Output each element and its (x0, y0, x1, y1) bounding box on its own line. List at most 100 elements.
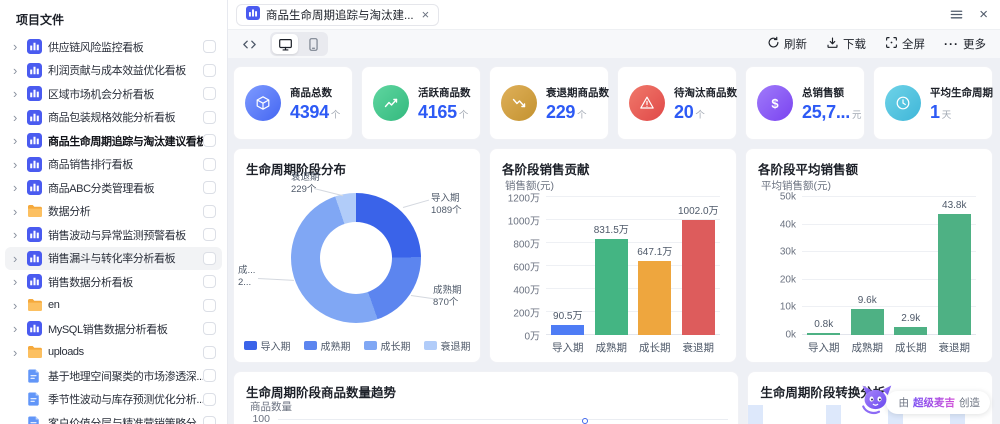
chart-title: 各阶段平均销售额 (758, 159, 858, 178)
donut-callout-label: 成...2... (238, 265, 255, 289)
bar-column: 1002.0万 (677, 197, 721, 335)
kpi-body: 待淘汰商品数20个 (674, 85, 728, 121)
sidebar: 项目文件 ›供应链风险监控看板›利润贡献与成本效益优化看板›区域市场机会分析看板… (0, 0, 228, 424)
legend-item[interactable]: 衰退期 (424, 338, 471, 353)
chevron-right-icon[interactable]: › (13, 252, 27, 265)
sidebar-item[interactable]: ›销售波动与异常监测预警看板 (5, 223, 222, 247)
kpi-title: 衰退期商品数 (546, 85, 600, 100)
bar: 0.8k (807, 333, 840, 335)
chevron-right-icon[interactable]: › (13, 322, 27, 335)
item-checkbox[interactable] (203, 299, 216, 312)
y-axis-tick: 40k (780, 219, 796, 230)
chevron-right-icon[interactable]: › (13, 181, 27, 194)
donut-callout-label: 衰退期229个 (291, 172, 320, 196)
sidebar-item[interactable]: ›客户价值分层与精准营销策略分... (5, 411, 222, 424)
watermark[interactable]: 由 超级麦吉 创造 (858, 382, 991, 422)
sidebar-item[interactable]: ›销售漏斗与转化率分析看板 (5, 247, 222, 271)
more-button[interactable]: ··· 更多 (944, 36, 986, 52)
chevron-right-icon[interactable]: › (13, 87, 27, 100)
item-checkbox[interactable] (203, 416, 216, 424)
chevron-right-icon[interactable]: › (13, 346, 27, 359)
dashboard-icon (27, 321, 48, 336)
sidebar-item[interactable]: ›商品ABC分类管理看板 (5, 176, 222, 200)
sidebar-item-label: 商品包装规格效能分析看板 (48, 109, 203, 125)
legend-item[interactable]: 成长期 (364, 338, 411, 353)
download-label: 下载 (843, 36, 866, 52)
sidebar-item[interactable]: ›供应链风险监控看板 (5, 35, 222, 59)
sidebar-item[interactable]: ›销售数据分析看板 (5, 270, 222, 294)
y-axis-tick: 0k (785, 330, 796, 341)
legend-item[interactable]: 成熟期 (304, 338, 351, 353)
dashboard-icon (246, 6, 260, 23)
legend-swatch (304, 341, 317, 350)
item-checkbox[interactable] (203, 205, 216, 218)
sidebar-item[interactable]: ›区域市场机会分析看板 (5, 82, 222, 106)
sidebar-item[interactable]: ›MySQL销售数据分析看板 (5, 317, 222, 341)
item-checkbox[interactable] (203, 346, 216, 359)
item-checkbox[interactable] (203, 275, 216, 288)
item-checkbox[interactable] (203, 158, 216, 171)
item-checkbox[interactable] (203, 87, 216, 100)
watermark-brand: 超级麦吉 (913, 395, 955, 410)
sidebar-item[interactable]: ›数据分析 (5, 200, 222, 224)
sidebar-item[interactable]: ›季节性波动与库存预测优化分析... (5, 388, 222, 412)
sidebar-item[interactable]: ›uploads (5, 341, 222, 365)
item-checkbox[interactable] (203, 134, 216, 147)
bars: 0.8k9.6k2.9k43.8k (802, 197, 976, 335)
bar: 9.6k (851, 309, 884, 335)
chevron-right-icon[interactable]: › (13, 228, 27, 241)
fullscreen-button[interactable]: 全屏 (885, 36, 925, 52)
item-checkbox[interactable] (203, 64, 216, 77)
main-area: 商品生命周期追踪与淘汰建... × × (228, 0, 1000, 424)
chevron-right-icon[interactable]: › (13, 134, 27, 147)
item-checkbox[interactable] (203, 228, 216, 241)
chevron-right-icon[interactable]: › (13, 40, 27, 53)
legend-item[interactable]: 导入期 (244, 338, 291, 353)
sidebar-item[interactable]: ›en (5, 294, 222, 318)
tab-close-icon[interactable]: × (422, 7, 430, 22)
mobile-view-button[interactable] (300, 34, 326, 54)
tab-product-lifecycle[interactable]: 商品生命周期追踪与淘汰建... × (236, 4, 439, 26)
bar-chart: 0k10k20k30k40k50k0.8k9.6k2.9k43.8k导入期成熟期… (756, 197, 980, 362)
more-label: 更多 (963, 36, 986, 52)
sidebar-item[interactable]: ›商品销售排行看板 (5, 153, 222, 177)
chart-title: 各阶段销售贡献 (502, 159, 590, 178)
chevron-right-icon[interactable]: › (13, 205, 27, 218)
kpi-unit: 天 (942, 110, 951, 121)
folder-icon (27, 298, 48, 312)
sidebar-item[interactable]: ›利润贡献与成本效益优化看板 (5, 59, 222, 83)
item-checkbox[interactable] (203, 369, 216, 382)
y-axis-tick: 30k (780, 247, 796, 258)
sidebar-item[interactable]: ›基于地理空间聚类的市场渗透深... (5, 364, 222, 388)
desktop-view-button[interactable] (272, 34, 298, 54)
chevron-right-icon[interactable]: › (13, 111, 27, 124)
x-axis-labels: 导入期成熟期成长期衰退期 (546, 340, 720, 355)
item-checkbox[interactable] (203, 40, 216, 53)
sidebar-title: 项目文件 (0, 0, 227, 35)
chevron-right-icon[interactable]: › (13, 158, 27, 171)
chevron-right-icon[interactable]: › (13, 64, 27, 77)
bar-value-label: 1002.0万 (678, 202, 719, 217)
quantity-trend-card: 生命周期阶段商品数量趋势 商品数量 100 (233, 371, 739, 424)
code-view-button[interactable] (236, 33, 262, 55)
sidebar-item[interactable]: ›商品生命周期追踪与淘汰建议看板 (5, 129, 222, 153)
item-checkbox[interactable] (203, 252, 216, 265)
download-button[interactable]: 下载 (826, 36, 866, 52)
item-checkbox[interactable] (203, 393, 216, 406)
window-close-icon[interactable]: × (979, 7, 988, 22)
bar-value-label: 9.6k (858, 295, 877, 306)
kpi-card: $总销售额25,7...元 (745, 66, 865, 140)
chevron-right-icon[interactable]: › (13, 299, 27, 312)
chevron-right-icon[interactable]: › (13, 275, 27, 288)
bar-value-label: 90.5万 (553, 307, 582, 322)
sidebar-item[interactable]: › 商品包装规格效能分析看板 (5, 106, 222, 130)
item-checkbox[interactable] (203, 322, 216, 335)
refresh-button[interactable]: 刷新 (767, 36, 807, 52)
menu-icon[interactable] (949, 7, 964, 22)
item-checkbox[interactable] (203, 111, 216, 124)
gridline (278, 419, 728, 420)
bar: 647.1万 (638, 261, 671, 335)
kpi-unit: 个 (695, 110, 704, 121)
bar-column: 90.5万 (546, 197, 590, 335)
item-checkbox[interactable] (203, 181, 216, 194)
